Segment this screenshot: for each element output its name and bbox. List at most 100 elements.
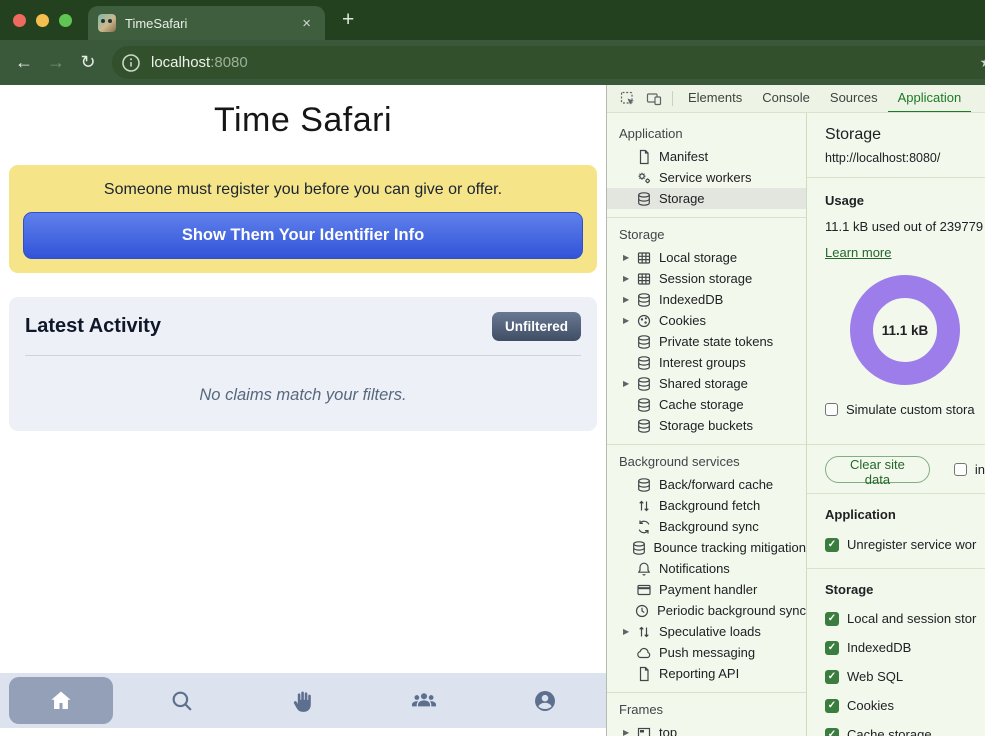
devtools-panel: Elements Console Sources Application » A… bbox=[606, 85, 985, 736]
home-icon bbox=[48, 688, 74, 714]
tab-sources[interactable]: Sources bbox=[820, 85, 888, 113]
tree-item-back-forward-cache[interactable]: Back/forward cache bbox=[607, 474, 806, 495]
inspect-element-icon[interactable] bbox=[620, 91, 636, 107]
tree-item-periodic-background-sync[interactable]: Periodic background sync bbox=[607, 600, 806, 621]
tree-item-private-state-tokens[interactable]: Private state tokens bbox=[607, 331, 806, 352]
tab-application[interactable]: Application bbox=[888, 85, 972, 113]
indexeddb-label: IndexedDB bbox=[847, 640, 911, 655]
websql-label: Web SQL bbox=[847, 669, 903, 684]
page-title: Time Safari bbox=[0, 101, 606, 140]
nav-account[interactable] bbox=[485, 673, 606, 728]
tree-item-push-messaging[interactable]: Push messaging bbox=[607, 642, 806, 663]
reload-button[interactable]: ↻ bbox=[72, 52, 104, 73]
nav-search[interactable] bbox=[121, 673, 242, 728]
database-icon bbox=[636, 397, 652, 413]
tree-item-background-fetch[interactable]: Background fetch bbox=[607, 495, 806, 516]
cookies-row[interactable]: ✓ Cookies bbox=[825, 698, 985, 713]
database-icon bbox=[636, 292, 652, 308]
tree-item-storage-buckets[interactable]: Storage buckets bbox=[607, 415, 806, 436]
database-icon bbox=[631, 540, 647, 556]
tree-item-cookies[interactable]: ▶Cookies bbox=[607, 310, 806, 331]
database-icon bbox=[636, 418, 652, 434]
checkbox-checked-icon[interactable]: ✓ bbox=[825, 699, 839, 713]
unfiltered-button[interactable]: Unfiltered bbox=[492, 312, 581, 341]
tree-item-cache-storage[interactable]: Cache storage bbox=[607, 394, 806, 415]
nav-contacts[interactable] bbox=[364, 673, 485, 728]
nav-projects[interactable] bbox=[242, 673, 363, 728]
indexeddb-row[interactable]: ✓ IndexedDB bbox=[825, 640, 985, 655]
site-info-icon[interactable] bbox=[121, 53, 141, 73]
tree-item-payment-handler[interactable]: Payment handler bbox=[607, 579, 806, 600]
cache-storage-row[interactable]: ✓ Cache storage bbox=[825, 727, 985, 736]
expand-caret-icon[interactable]: ▶ bbox=[623, 253, 636, 262]
tab-title: TimeSafari bbox=[125, 16, 187, 31]
nav-home-active-pill[interactable] bbox=[9, 677, 113, 724]
checkbox-checked-icon[interactable]: ✓ bbox=[825, 670, 839, 684]
tree-item-shared-storage[interactable]: ▶Shared storage bbox=[607, 373, 806, 394]
browser-tab[interactable]: TimeSafari × bbox=[88, 6, 325, 40]
device-toolbar-icon[interactable] bbox=[646, 91, 662, 107]
cache-storage-label: Cache storage bbox=[847, 727, 932, 736]
unregister-label: Unregister service wor bbox=[847, 537, 976, 552]
close-window-button[interactable] bbox=[13, 14, 26, 27]
application-heading: Application bbox=[825, 507, 985, 522]
clear-site-data-button[interactable]: Clear site data bbox=[825, 456, 930, 483]
checkbox-checked-icon[interactable]: ✓ bbox=[825, 612, 839, 626]
back-button[interactable]: ← bbox=[8, 52, 40, 73]
bottom-navigation bbox=[0, 673, 606, 728]
expand-caret-icon[interactable]: ▶ bbox=[623, 295, 636, 304]
cookie-icon bbox=[636, 313, 652, 329]
expand-caret-icon[interactable]: ▶ bbox=[623, 627, 636, 636]
local-session-storage-row[interactable]: ✓ Local and session stor bbox=[825, 611, 985, 626]
cookies-label: Cookies bbox=[847, 698, 894, 713]
forward-button[interactable]: → bbox=[40, 52, 72, 73]
checkbox-checked-icon[interactable]: ✓ bbox=[825, 538, 839, 552]
application-tree: Application Manifest Service workers Sto… bbox=[607, 113, 807, 736]
tree-header-storage: Storage bbox=[607, 218, 806, 247]
database-icon bbox=[636, 334, 652, 350]
new-tab-button[interactable]: + bbox=[336, 6, 360, 34]
latest-activity-heading: Latest Activity bbox=[25, 315, 161, 338]
divider bbox=[25, 355, 581, 356]
checkbox-checked-icon[interactable]: ✓ bbox=[825, 728, 839, 736]
include-cookies-row[interactable]: in bbox=[954, 462, 985, 477]
alert-message: Someone must register you before you can… bbox=[23, 181, 583, 199]
expand-caret-icon[interactable]: ▶ bbox=[623, 274, 636, 283]
tree-item-service-workers[interactable]: Service workers bbox=[607, 167, 806, 188]
tree-item-top-frame[interactable]: ▶top bbox=[607, 722, 806, 736]
expand-caret-icon[interactable]: ▶ bbox=[623, 379, 636, 388]
show-identifier-info-button[interactable]: Show Them Your Identifier Info bbox=[23, 212, 583, 259]
tree-header-application: Application bbox=[607, 117, 806, 146]
tree-item-reporting-api[interactable]: Reporting API bbox=[607, 663, 806, 684]
tree-item-bounce-tracking[interactable]: Bounce tracking mitigation bbox=[607, 537, 806, 558]
tab-console[interactable]: Console bbox=[752, 85, 820, 113]
tab-elements[interactable]: Elements bbox=[678, 85, 752, 113]
zoom-window-button[interactable] bbox=[59, 14, 72, 27]
learn-more-link[interactable]: Learn more bbox=[825, 245, 891, 260]
close-tab-icon[interactable]: × bbox=[298, 14, 315, 33]
websql-row[interactable]: ✓ Web SQL bbox=[825, 669, 985, 684]
checkbox-unchecked-icon[interactable] bbox=[825, 403, 838, 416]
tree-item-background-sync[interactable]: Background sync bbox=[607, 516, 806, 537]
tree-item-notifications[interactable]: Notifications bbox=[607, 558, 806, 579]
application-clear-section: Application ✓ Unregister service wor bbox=[807, 494, 985, 569]
address-bar[interactable]: localhost:8080 ★ bbox=[112, 46, 985, 79]
minimize-window-button[interactable] bbox=[36, 14, 49, 27]
nav-home[interactable] bbox=[0, 673, 121, 728]
tree-item-manifest[interactable]: Manifest bbox=[607, 146, 806, 167]
expand-caret-icon[interactable]: ▶ bbox=[623, 316, 636, 325]
storage-origin: http://localhost:8080/ bbox=[825, 151, 967, 165]
simulate-quota-row[interactable]: Simulate custom stora bbox=[825, 402, 985, 417]
tree-item-interest-groups[interactable]: Interest groups bbox=[607, 352, 806, 373]
checkbox-checked-icon[interactable]: ✓ bbox=[825, 641, 839, 655]
tree-item-speculative-loads[interactable]: ▶Speculative loads bbox=[607, 621, 806, 642]
storage-clear-section: Storage ✓ Local and session stor ✓ Index… bbox=[807, 569, 985, 736]
checkbox-unchecked-icon[interactable] bbox=[954, 463, 967, 476]
tree-item-storage[interactable]: Storage bbox=[607, 188, 806, 209]
tree-item-session-storage[interactable]: ▶Session storage bbox=[607, 268, 806, 289]
unregister-service-workers-row[interactable]: ✓ Unregister service wor bbox=[825, 537, 985, 552]
expand-caret-icon[interactable]: ▶ bbox=[623, 728, 636, 736]
tree-item-indexeddb[interactable]: ▶IndexedDB bbox=[607, 289, 806, 310]
bookmark-star-icon[interactable]: ★ bbox=[979, 54, 985, 71]
tree-item-local-storage[interactable]: ▶Local storage bbox=[607, 247, 806, 268]
